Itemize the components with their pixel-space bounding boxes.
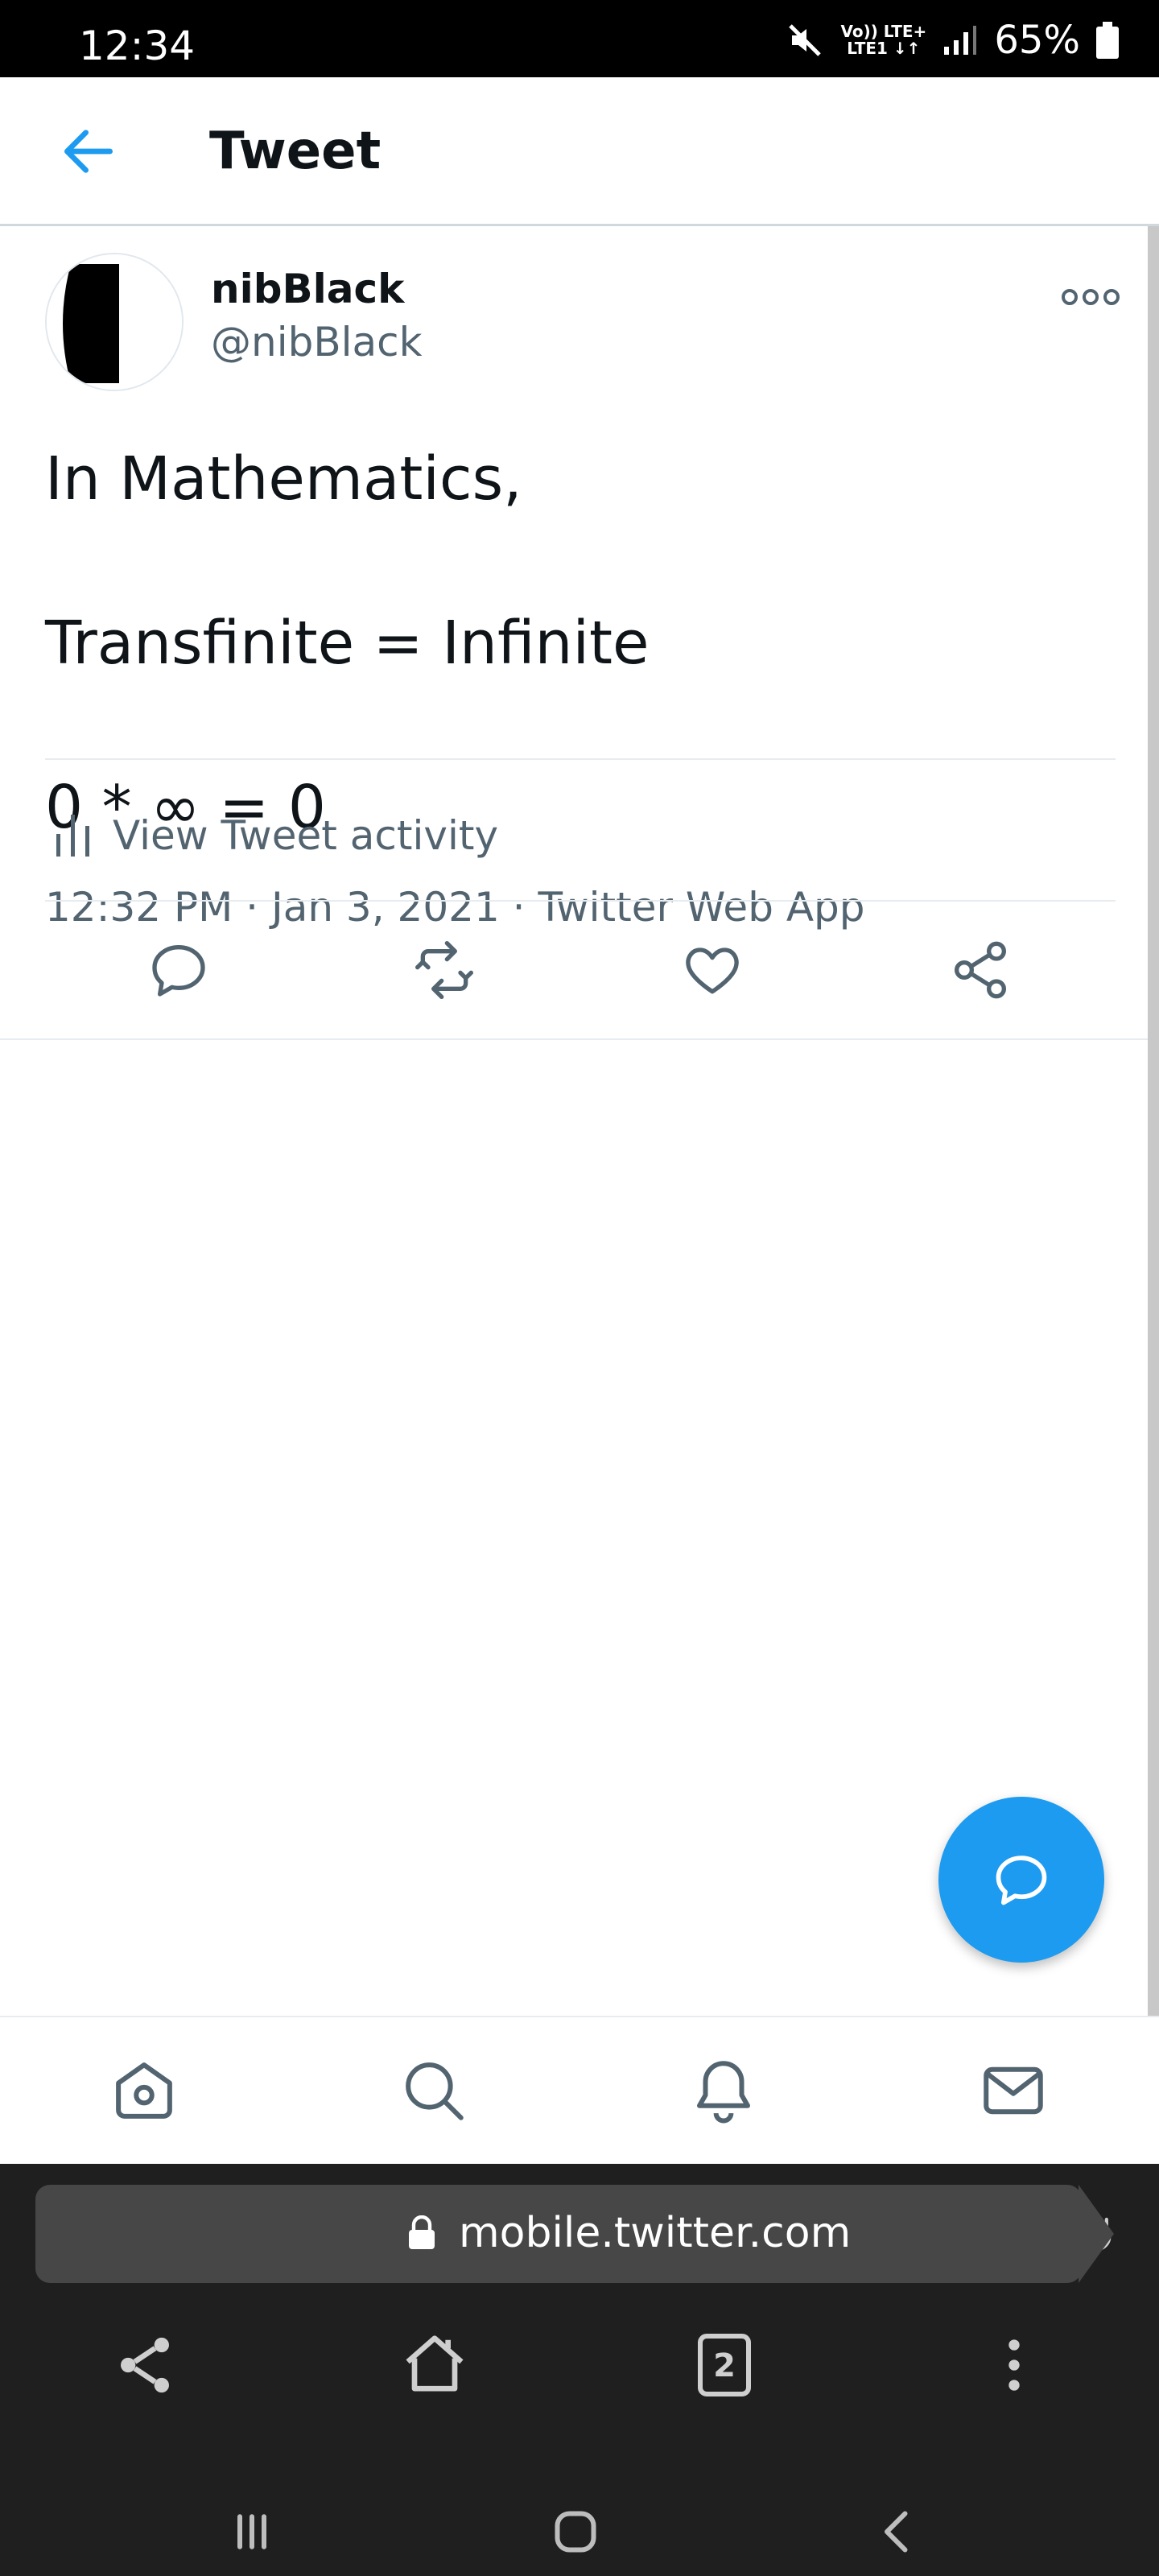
recent-apps-button[interactable] xyxy=(216,2496,288,2568)
home-icon xyxy=(116,2062,172,2119)
more-options-icon xyxy=(1062,289,1120,305)
nav-search[interactable] xyxy=(398,2054,470,2127)
compose-reply-icon xyxy=(996,1856,1047,1905)
author-handle[interactable]: @nibBlack xyxy=(211,319,423,365)
more-vertical-icon xyxy=(1008,2339,1020,2391)
back-nav-button[interactable] xyxy=(863,2496,935,2568)
home-icon xyxy=(406,2335,464,2392)
reply-button[interactable] xyxy=(146,938,211,1002)
tweet-text-line xyxy=(45,684,1116,766)
share-button[interactable] xyxy=(948,938,1013,1002)
network-indicator: Vo)) LTE+ LTE1 ↓↑ xyxy=(840,22,927,58)
avatar-image xyxy=(47,254,182,390)
nav-home[interactable] xyxy=(108,2054,180,2127)
search-icon xyxy=(406,2062,464,2120)
tweet-text-line: Transfinite = Infinite xyxy=(45,609,650,678)
recent-apps-icon xyxy=(237,2514,266,2549)
arrow-left-icon xyxy=(64,130,113,173)
retweet-icon xyxy=(415,941,473,999)
battery-percent: 65% xyxy=(994,18,1080,63)
author-display-name[interactable]: nibBlack xyxy=(211,266,404,312)
page-title: Tweet xyxy=(209,122,382,181)
status-time: 12:34 xyxy=(79,23,196,69)
mute-icon xyxy=(789,24,822,56)
heart-icon xyxy=(686,947,739,994)
browser-home-button[interactable] xyxy=(394,2325,475,2405)
page-scrollbar[interactable] xyxy=(1148,77,1159,2041)
lock-icon xyxy=(409,2215,435,2249)
home-circle-icon xyxy=(555,2511,596,2553)
status-bar: 12:34 Vo)) LTE+ LTE1 ↓↑ 65% xyxy=(0,0,1159,77)
reply-icon xyxy=(152,945,205,997)
address-bar-arrow xyxy=(1079,2185,1114,2283)
compose-reply-button[interactable] xyxy=(938,1797,1104,1963)
tab-count: 2 xyxy=(713,2347,736,2384)
like-button[interactable] xyxy=(680,938,744,1002)
mail-icon xyxy=(984,2066,1043,2115)
bar-chart-icon xyxy=(56,814,89,857)
home-nav-button[interactable] xyxy=(539,2496,612,2568)
more-options-button[interactable] xyxy=(1054,277,1127,317)
url-text: mobile.twitter.com xyxy=(459,2209,852,2257)
share-icon xyxy=(955,941,1006,999)
bottom-navigation xyxy=(0,2016,1159,2164)
battery-icon xyxy=(1096,22,1119,59)
status-icons: Vo)) LTE+ LTE1 ↓↑ 65% xyxy=(786,18,1119,63)
tweet-actions xyxy=(0,902,1148,1038)
browser-menu-button[interactable] xyxy=(974,2325,1054,2405)
bell-icon xyxy=(697,2061,750,2124)
back-button[interactable] xyxy=(56,119,121,184)
nav-messages[interactable] xyxy=(977,2054,1050,2127)
address-bar[interactable]: mobile.twitter.com xyxy=(35,2185,1112,2283)
tweet-text-line xyxy=(45,520,1116,602)
retweet-button[interactable] xyxy=(412,938,476,1002)
tweet-text-line: In Mathematics, xyxy=(45,444,522,514)
signal-icon xyxy=(944,26,977,55)
top-app-bar: Tweet xyxy=(0,77,1159,226)
browser-tabs-button[interactable]: 2 xyxy=(684,2325,765,2405)
avatar[interactable] xyxy=(45,253,184,391)
view-tweet-activity[interactable]: View Tweet activity xyxy=(45,773,1116,898)
browser-toolbar: mobile.twitter.com 2 xyxy=(0,2164,1159,2576)
divider xyxy=(0,1038,1148,1040)
browser-share-button[interactable] xyxy=(105,2325,185,2405)
share-icon xyxy=(121,2337,169,2393)
nav-notifications[interactable] xyxy=(687,2054,760,2127)
activity-label: View Tweet activity xyxy=(113,811,499,859)
divider xyxy=(45,758,1116,760)
system-navigation xyxy=(0,2478,1159,2576)
chevron-left-icon xyxy=(885,2511,908,2553)
